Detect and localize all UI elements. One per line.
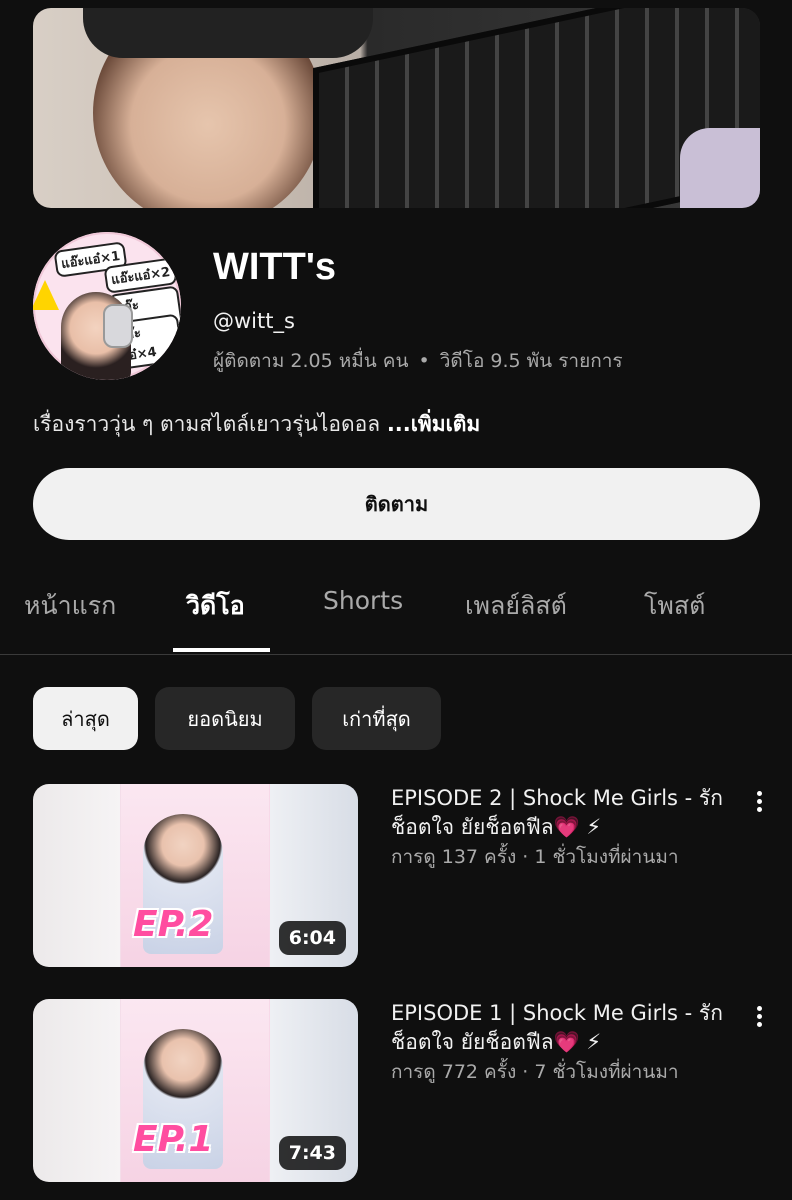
filter-popular-chip[interactable]: ยอดนิยม	[155, 687, 295, 750]
filter-oldest-chip[interactable]: เก่าที่สุด	[312, 687, 441, 750]
video-time: 1 ชั่วโมงที่ผ่านมา	[534, 846, 679, 868]
video-duration: 6:04	[278, 921, 346, 955]
description-text: เรื่องราววุ่น ๆ ตามสไตล์เยาวรุ่นไอดอล	[33, 412, 381, 436]
bolt-icon	[33, 280, 59, 310]
channel-name: WITT's	[213, 246, 337, 288]
video-duration: 7:43	[278, 1136, 346, 1170]
more-options-icon[interactable]	[749, 1003, 769, 1033]
stats-separator: •	[418, 350, 430, 372]
meta-dot: ·	[522, 846, 529, 868]
channel-handle: @witt_s	[213, 309, 295, 333]
video-thumbnail[interactable]: EP.1 7:43	[33, 999, 358, 1182]
video-title[interactable]: EPISODE 1 | Shock Me Girls - รักช็อตใจ ย…	[391, 999, 731, 1057]
channel-banner	[33, 8, 760, 208]
more-options-icon[interactable]	[749, 788, 769, 818]
video-views: การดู 137 ครั้ง	[391, 846, 517, 868]
tab-playlists[interactable]: เพลย์ลิสต์	[465, 586, 567, 626]
tab-shorts[interactable]: Shorts	[323, 586, 403, 615]
tab-videos[interactable]: วิดีโอ	[186, 586, 245, 626]
channel-stats: ผู้ติดตาม 2.05 หมื่น คน • วิดีโอ 9.5 พัน ร…	[213, 346, 623, 376]
channel-description[interactable]: เรื่องราววุ่น ๆ ตามสไตล์เยาวรุ่นไอดอล ..…	[33, 408, 480, 441]
tab-home[interactable]: หน้าแรก	[24, 586, 116, 626]
video-title[interactable]: EPISODE 2 | Shock Me Girls - รักช็อตใจ ย…	[391, 784, 731, 842]
channel-tabs: หน้าแรก วิดีโอ Shorts เพลย์ลิสต์ โพสต์	[0, 570, 792, 655]
video-meta: การดู 137 ครั้ง · 1 ชั่วโมงที่ผ่านมา	[391, 842, 679, 872]
subscribe-button[interactable]: ติดตาม	[33, 468, 760, 540]
meta-dot: ·	[522, 1061, 529, 1083]
video-item[interactable]: EP.2 6:04 EPISODE 2 | Shock Me Girls - ร…	[33, 784, 762, 969]
video-item[interactable]: EP.1 7:43 EPISODE 1 | Shock Me Girls - ร…	[33, 999, 762, 1184]
thumbnail-episode-label: EP.2	[133, 904, 214, 945]
video-meta: การดู 772 ครั้ง · 7 ชั่วโมงที่ผ่านมา	[391, 1057, 679, 1087]
thumbnail-episode-label: EP.1	[133, 1119, 214, 1160]
channel-avatar[interactable]: แอ๊ะแอ๋×1 แอ๊ะแอ๋×2 แอ๊ะแอ๋×3 แอ๊ะแอ๋×4	[33, 232, 181, 380]
active-tab-indicator	[173, 648, 270, 652]
video-time: 7 ชั่วโมงที่ผ่านมา	[534, 1061, 679, 1083]
more-link[interactable]: ...เพิ่มเติม	[387, 412, 480, 436]
filter-latest-chip[interactable]: ล่าสุด	[33, 687, 138, 750]
video-thumbnail[interactable]: EP.2 6:04	[33, 784, 358, 967]
subscriber-count: ผู้ติดตาม 2.05 หมื่น คน	[213, 350, 409, 372]
tab-posts[interactable]: โพสต์	[644, 586, 705, 626]
headphone-icon	[103, 304, 133, 348]
banner-sleeve-image	[680, 128, 760, 208]
video-views: การดู 772 ครั้ง	[391, 1061, 517, 1083]
video-count: วิดีโอ 9.5 พัน รายการ	[439, 350, 623, 372]
banner-hat-image	[83, 8, 373, 58]
